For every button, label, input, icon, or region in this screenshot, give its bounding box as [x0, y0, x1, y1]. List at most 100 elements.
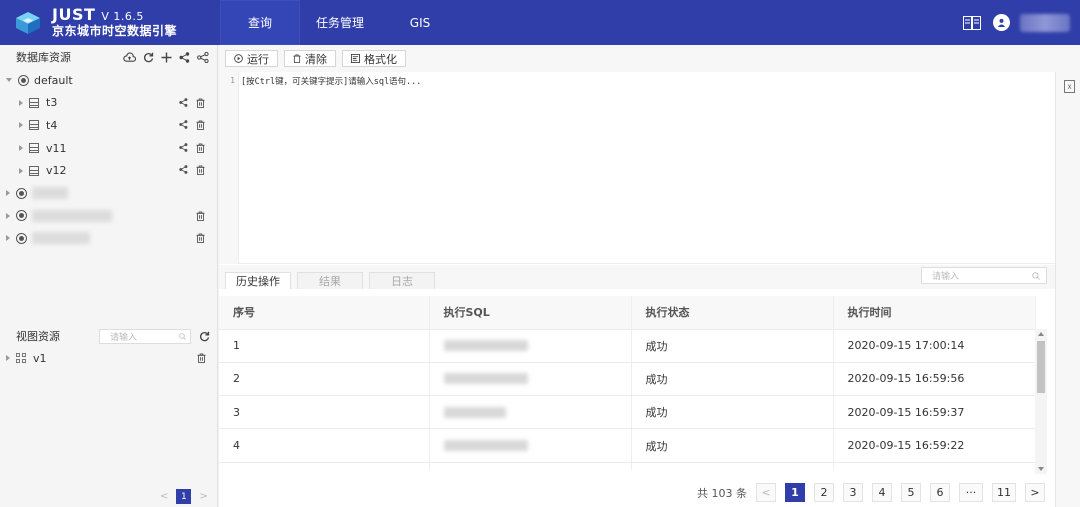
clear-label: 清除 [305, 52, 327, 66]
page-button-1[interactable]: 1 [785, 483, 805, 502]
caret-right-icon[interactable] [19, 145, 23, 152]
page-button-5[interactable]: 5 [901, 483, 921, 502]
page-button-2[interactable]: 2 [814, 483, 834, 502]
share-outline-icon[interactable] [197, 51, 209, 63]
format-button[interactable]: 格式化 [342, 50, 406, 67]
pager-next-icon[interactable]: > [199, 491, 207, 502]
history-search-input[interactable]: 请输入 [921, 267, 1047, 284]
pager-prev-icon[interactable]: < [160, 491, 168, 502]
tree-node-label: t4 [46, 118, 58, 132]
page-ellipsis[interactable]: ··· [959, 483, 983, 502]
cell-status: 成功 [631, 329, 834, 363]
table-icon [29, 97, 39, 108]
tree-node-database-redacted[interactable] [0, 205, 217, 228]
cell-sql [429, 428, 632, 463]
tree-node-table[interactable]: t3 [0, 92, 217, 115]
table-row[interactable] [219, 462, 1036, 470]
tab-results[interactable]: 结果 [297, 272, 363, 289]
run-button[interactable]: 运行 [225, 50, 278, 67]
sql-editor[interactable]: 1 [按Ctrl键，可关键字提示]请输入sql语句... [219, 72, 1055, 264]
clear-button[interactable]: 清除 [284, 50, 336, 67]
pager-current-page[interactable]: 1 [176, 489, 192, 504]
redacted-label [32, 209, 112, 222]
column-header-status: 执行状态 [631, 296, 834, 330]
db-resource-title: 数据库资源 [16, 51, 71, 64]
pagination-next-icon[interactable]: > [1025, 483, 1045, 502]
sidebar: 数据库资源 default t3 t4 v11 v12 视图资源 请输入 v1 … [0, 45, 218, 507]
caret-right-icon[interactable] [6, 190, 10, 197]
pagination-prev-icon[interactable]: < [756, 483, 776, 502]
add-icon[interactable] [161, 52, 172, 63]
caret-right-icon[interactable] [6, 235, 10, 242]
page-button-4[interactable]: 4 [872, 483, 892, 502]
share-icon[interactable] [179, 165, 188, 175]
caret-right-icon[interactable] [19, 99, 23, 106]
cell-time: 2020-09-15 16:59:56 [833, 362, 1036, 397]
book-icon[interactable] [963, 15, 981, 30]
caret-down-icon[interactable] [6, 78, 12, 83]
share-icon[interactable] [179, 142, 188, 152]
trash-icon[interactable] [196, 233, 205, 244]
tree-node-database-redacted[interactable] [0, 182, 217, 205]
cloud-upload-icon[interactable] [123, 51, 136, 63]
cell-status: 成功 [631, 428, 834, 463]
line-number-gutter: 1 [219, 72, 239, 264]
page-button-6[interactable]: 6 [930, 483, 950, 502]
sidebar-pager: < 1 > [160, 489, 208, 504]
view-search-input[interactable]: 请输入 [99, 328, 191, 344]
cell-index: 3 [219, 395, 430, 430]
user-name-redacted[interactable] [1020, 13, 1070, 32]
caret-right-icon[interactable] [19, 122, 23, 129]
search-icon [1032, 271, 1040, 280]
app-logo[interactable]: JUST V 1.6.5 京东城市时空数据引擎 [0, 0, 220, 45]
nav-query[interactable]: 查询 [220, 0, 300, 45]
share-icon[interactable] [179, 120, 188, 130]
tree-node-table[interactable]: v12 [0, 159, 217, 182]
tree-node-table[interactable]: v11 [0, 137, 217, 160]
scroll-up-icon[interactable] [1038, 332, 1044, 336]
caret-right-icon[interactable] [6, 212, 10, 219]
redacted-sql [443, 406, 506, 418]
trash-icon[interactable] [197, 353, 206, 363]
user-avatar-icon[interactable] [993, 14, 1010, 31]
tree-node-label: v12 [46, 164, 67, 178]
tab-history[interactable]: 历史操作 [225, 272, 291, 289]
tab-log[interactable]: 日志 [369, 272, 435, 289]
trash-icon[interactable] [196, 211, 205, 221]
trash-icon[interactable] [196, 165, 205, 176]
trash-icon [293, 54, 301, 63]
tree-node-database-redacted[interactable] [0, 227, 217, 250]
table-row[interactable]: 4 成功 2020-09-15 16:59:22 [219, 428, 1036, 463]
page-button-3[interactable]: 3 [843, 483, 863, 502]
trash-icon[interactable] [196, 120, 205, 131]
tree-node-default[interactable]: default [0, 69, 217, 92]
table-scrollbar[interactable] [1035, 329, 1047, 474]
trash-icon[interactable] [196, 98, 205, 108]
excel-export-icon[interactable]: X [1064, 80, 1075, 93]
db-tree: default t3 t4 v11 v12 [0, 69, 217, 250]
view-search-placeholder: 请输入 [110, 332, 138, 343]
table-row[interactable]: 1 成功 2020-09-15 17:00:14 [219, 329, 1036, 363]
nav-gis[interactable]: GIS [380, 0, 460, 45]
tree-node-view[interactable]: v1 [0, 347, 218, 370]
table-row[interactable]: 2 成功 2020-09-15 16:59:56 [219, 362, 1036, 397]
redacted-label [32, 187, 68, 200]
share-icon[interactable] [179, 97, 188, 107]
column-header-time: 执行时间 [833, 296, 1036, 330]
database-icon [16, 232, 27, 244]
scroll-down-icon[interactable] [1038, 467, 1044, 471]
refresh-icon[interactable] [199, 331, 210, 342]
scroll-thumb[interactable] [1037, 341, 1045, 393]
table-row[interactable]: 3 成功 2020-09-15 16:59:37 [219, 395, 1036, 430]
page-button-last[interactable]: 11 [992, 483, 1016, 502]
share-icon[interactable] [179, 51, 190, 63]
caret-right-icon[interactable] [6, 355, 10, 362]
cell-time: 2020-09-15 16:59:22 [833, 428, 1036, 463]
tree-node-table[interactable]: t4 [0, 114, 217, 137]
caret-right-icon[interactable] [19, 167, 23, 174]
refresh-icon[interactable] [143, 52, 154, 63]
database-icon [16, 210, 27, 222]
tree-node-label: v1 [33, 351, 47, 365]
trash-icon[interactable] [196, 143, 205, 153]
nav-task-management[interactable]: 任务管理 [300, 0, 380, 45]
